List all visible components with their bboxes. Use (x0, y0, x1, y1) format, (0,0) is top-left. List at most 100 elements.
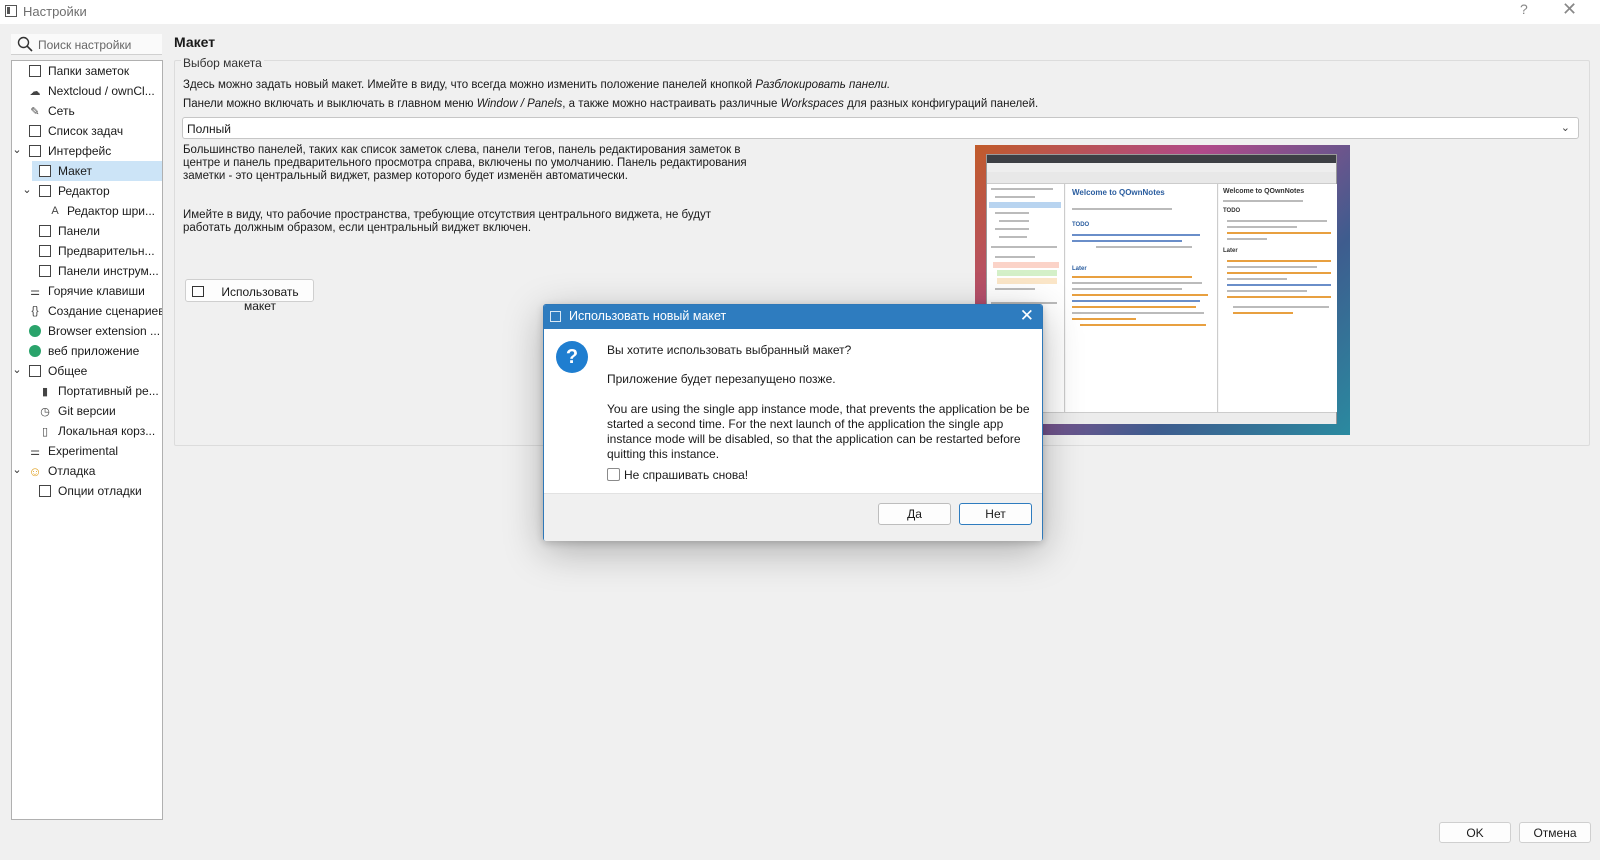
sidebar-item-interface[interactable]: ⌄ Интерфейс (12, 141, 162, 161)
sidebar-item-label: Сеть (48, 104, 75, 118)
sidebar-item-debug[interactable]: ⌄ ☺ Отладка (12, 461, 162, 481)
dialog-details: You are using the single app instance mo… (607, 402, 1030, 461)
dont-ask-again-label[interactable]: Не спрашивать снова! (624, 468, 748, 482)
sidebar-item-experimental[interactable]: ⚌ Experimental (12, 441, 162, 461)
sidebar-item-label: Горячие клавиши (48, 284, 145, 298)
preview-later: Later (1072, 266, 1087, 272)
search-icon (17, 36, 33, 52)
sidebar-item-label: Интерфейс (48, 144, 112, 158)
no-button[interactable]: Нет (959, 503, 1032, 525)
chevron-down-icon[interactable]: ⌄ (22, 183, 32, 196)
todo-list-icon (29, 125, 41, 137)
sidebar-item-browser-extension[interactable]: Browser extension ... (12, 321, 162, 341)
sidebar-item-layout[interactable]: Макет (32, 161, 162, 181)
settings-search-input[interactable] (38, 36, 156, 53)
preview-preview-panel: Welcome to QOwnNotes TODO Later (1219, 184, 1337, 412)
chevron-down-icon: ⌄ (1560, 122, 1570, 134)
dialog-app-icon (550, 311, 561, 322)
note-line: Имейте в виду, что рабочие пространства,… (183, 209, 711, 221)
sidebar-item-nextcloud[interactable]: ☁ Nextcloud / ownCl... (12, 81, 162, 101)
intro-text: , а также можно настраивать различные (562, 98, 781, 110)
sidebar-item-general[interactable]: ⌄ Общее (12, 361, 162, 381)
trash-icon: ▯ (41, 425, 49, 438)
sidebar-item-preview[interactable]: Предварительн... (12, 241, 162, 261)
sidebar-item-toolbars[interactable]: Панели инструм... (12, 261, 162, 281)
sidebar-item-label: Создание сценариев (48, 304, 162, 318)
sidebar-item-editor[interactable]: ⌄ Редактор (12, 181, 162, 201)
sidebar-item-shortcuts[interactable]: ⚌ Горячие клавиши (12, 281, 162, 301)
experimental-icon: ⚌ (30, 445, 40, 458)
settings-search-box (11, 34, 162, 55)
yes-button[interactable]: Да (878, 503, 951, 525)
interface-icon (29, 145, 41, 157)
sidebar-item-label: Опции отладки (58, 484, 142, 498)
checkbox-box[interactable] (607, 468, 620, 481)
preview-menubar (987, 163, 1336, 172)
cancel-button[interactable]: Отмена (1519, 822, 1591, 843)
sidebar-item-portable[interactable]: ▮ Портативный ре... (12, 381, 162, 401)
dialog-title: Использовать новый макет (569, 309, 727, 323)
intro-text: Панели можно включать и выключать в глав… (183, 98, 477, 110)
sidebar-item-local-trash[interactable]: ▯ Локальная корз... (12, 421, 162, 441)
workspace-note: Имейте в виду, что рабочие пространства,… (183, 209, 711, 235)
sidebar-item-label: Общее (48, 364, 88, 378)
preview-titlebar (987, 155, 1336, 163)
workspaces-text: Workspaces (780, 98, 844, 110)
intro-text-line-2: Панели можно включать и выключать в глав… (183, 98, 1038, 110)
debug-options-icon (39, 485, 51, 497)
description-line: заметки - это центральный виджет, размер… (183, 170, 628, 182)
sidebar-item-scripting[interactable]: {} Создание сценариев (12, 301, 162, 321)
browser-extension-icon (29, 325, 41, 337)
window-close-button[interactable]: ✕ (1562, 0, 1577, 20)
ok-button[interactable]: OK (1439, 822, 1511, 843)
page-title: Макет (174, 34, 216, 50)
sidebar-item-web-app[interactable]: веб приложение (12, 341, 162, 361)
sidebar-item-label: Редактор (58, 184, 110, 198)
layout-icon (192, 286, 204, 297)
folder-icon (29, 65, 41, 77)
preview-heading: Welcome to QOwnNotes (1223, 188, 1305, 195)
sidebar-item-label: Предварительн... (58, 244, 155, 258)
settings-navigation-tree: Папки заметок ☁ Nextcloud / ownCl... ✎ С… (11, 60, 163, 820)
sidebar-item-debug-options[interactable]: Опции отладки (12, 481, 162, 501)
preview-icon (39, 245, 51, 257)
panels-icon (39, 225, 51, 237)
sidebar-item-label: Git версии (58, 404, 116, 418)
close-icon[interactable]: ✕ (1020, 306, 1034, 326)
preview-editor-panel: Welcome to QOwnNotes TODO Later (1066, 184, 1218, 412)
portable-icon: ▮ (41, 385, 49, 398)
shortcut-icon: ⚌ (30, 285, 40, 298)
preview-toolbar (987, 172, 1336, 184)
use-new-layout-dialog: Использовать новый макет ✕ ? Вы хотите и… (543, 304, 1043, 541)
sidebar-item-network[interactable]: ✎ Сеть (12, 101, 162, 121)
web-app-icon (29, 345, 41, 357)
menu-path-text: Window / Panels (476, 98, 563, 110)
sidebar-item-label: Browser extension ... (48, 324, 161, 338)
sidebar-item-label: Локальная корз... (58, 424, 156, 438)
unlock-panels-text: Разблокировать панели. (755, 79, 891, 91)
sidebar-item-panels[interactable]: Панели (12, 221, 162, 241)
preview-heading: Welcome to QOwnNotes (1072, 188, 1165, 197)
help-button[interactable]: ? (1520, 1, 1528, 17)
toolbar-icon (39, 265, 51, 277)
preview-todo: TODO (1072, 222, 1090, 228)
sidebar-item-label: Отладка (48, 464, 96, 478)
editor-icon (39, 185, 51, 197)
layout-icon (39, 165, 51, 177)
sidebar-item-note-folders[interactable]: Папки заметок (12, 61, 162, 81)
network-icon: ✎ (30, 105, 40, 118)
chevron-down-icon[interactable]: ⌄ (12, 463, 22, 476)
sidebar-item-git-versions[interactable]: ◷ Git версии (12, 401, 162, 421)
layout-select[interactable]: Полный ⌄ (182, 117, 1579, 139)
chevron-down-icon[interactable]: ⌄ (12, 363, 22, 376)
sidebar-item-todo-list[interactable]: Список задач (12, 121, 162, 141)
use-layout-button[interactable]: Использовать макет (185, 279, 314, 313)
chevron-down-icon[interactable]: ⌄ (12, 143, 22, 156)
group-title: Выбор макета (181, 56, 264, 70)
sidebar-item-label: Редактор шри... (67, 204, 155, 218)
sidebar-item-label: Список задач (48, 124, 124, 138)
sidebar-item-label: Nextcloud / ownCl... (48, 84, 155, 98)
question-icon: ? (556, 341, 588, 373)
sidebar-item-editor-fonts[interactable]: A Редактор шри... (12, 201, 162, 221)
app-icon (5, 5, 17, 17)
